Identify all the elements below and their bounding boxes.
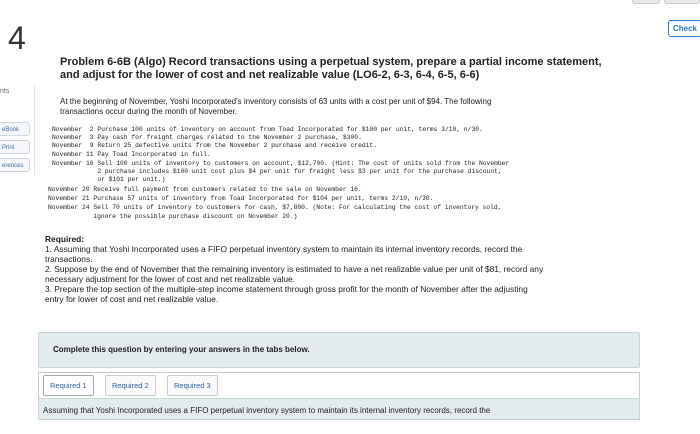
problem-intro: At the beginning of November, Yoshi Inco… [60,97,600,117]
problem-title: Problem 6-6B (Algo) Record transactions … [60,56,640,82]
assumption-banner: Assuming that Yoshi Incorporated uses a … [38,398,640,420]
question-number: 4 [8,20,26,56]
required-item-2-cont: necessary adjustment for the lower of co… [45,274,295,284]
transaction-line: November 24 Sell 70 units of inventory t… [48,204,502,211]
transaction-line: or $101 per unit.) [52,176,166,183]
points-label: nts [0,88,10,95]
sidebar-item-references[interactable]: erences [0,158,30,172]
transaction-line: November 9 Return 25 defective units fro… [52,142,377,149]
required-item-3-cont: entry for lower of cost and net realizab… [45,294,219,304]
tab-required-1[interactable]: Required 1 [43,375,94,396]
required-item-1: 1. Assuming that Yoshi Incorporated uses… [45,244,523,254]
sidebar-item-print[interactable]: Print [0,140,30,154]
instruction-box: Complete this question by entering your … [38,332,640,368]
required-item-1-cont: transactions. [45,254,93,264]
instruction-text: Complete this question by entering your … [53,345,310,354]
save-exit-button[interactable] [664,0,700,4]
assumption-text: Assuming that Yoshi Incorporated uses a … [43,406,491,415]
intro-line-1: At the beginning of November, Yoshi Inco… [60,97,492,106]
required-heading: Required: [45,234,85,244]
transaction-line: November 20 Receive full payment from cu… [48,186,362,193]
required-item-2: 2. Suppose by the end of November that t… [45,264,544,274]
required-item-3: 3. Prepare the top section of the multip… [45,284,528,294]
top-bar [0,0,700,8]
title-line-2: and adjust for the lower of cost and net… [60,69,480,81]
sidebar-divider [34,85,35,175]
tab-bar: Required 1 Required 2 Required 3 [38,372,640,398]
transaction-line: November 3 Pay cash for freight charges … [52,134,362,141]
transaction-line: ignore the possible purchase discount on… [48,213,298,220]
help-button[interactable] [632,0,660,4]
title-line-1: Problem 6-6B (Algo) Record transactions … [60,56,602,68]
tab-required-2[interactable]: Required 2 [105,375,156,396]
transaction-line: November 11 Pay Toad Incorporated in ful… [52,151,211,158]
intro-line-2: transactions occur during the month of N… [60,107,237,116]
transaction-line: 2 purchase includes $100 unit cost plus … [52,168,502,175]
transaction-line: November 2 Purchase 100 units of invento… [52,126,483,133]
transaction-line: November 16 Sell 100 units of inventory … [52,160,510,167]
transaction-line: November 21 Purchase 57 units of invento… [48,195,434,202]
tab-required-3[interactable]: Required 3 [167,375,218,396]
sidebar-item-ebook[interactable]: eBook [0,122,30,136]
check-button[interactable]: Check [668,20,700,37]
required-section: Required: 1. Assuming that Yoshi Incorpo… [45,234,655,304]
